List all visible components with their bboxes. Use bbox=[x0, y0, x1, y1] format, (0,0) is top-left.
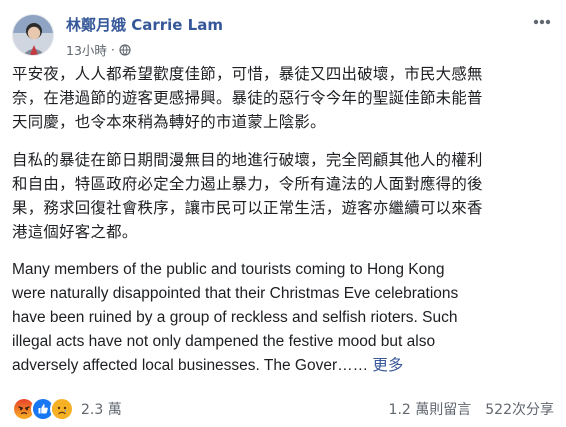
text-line: illegal acts have not only dampened the … bbox=[12, 333, 436, 350]
globe-icon[interactable] bbox=[119, 43, 131, 56]
text-line: 港這個好客之都。 bbox=[12, 223, 138, 241]
text-line: 果，務求回復社會秩序，讓市民可以正常生活，遊客亦繼續可以來香 bbox=[12, 199, 483, 217]
reaction-count: 2.3 萬 bbox=[81, 402, 122, 418]
text-line: have been ruined by a group of reckless … bbox=[12, 309, 458, 326]
author-name[interactable]: 林鄭月娥 Carrie Lam bbox=[66, 14, 223, 35]
english-paragraph: Many members of the public and tourists … bbox=[12, 258, 554, 378]
shares-count[interactable]: 522次分享 bbox=[485, 399, 554, 419]
more-horizontal-icon[interactable] bbox=[532, 12, 552, 32]
comments-count[interactable]: 1.2 萬則留言 bbox=[389, 399, 472, 419]
text-line: 自私的暴徒在節日期間漫無目的地進行破壞，完全罔顧其他人的權利 bbox=[12, 151, 483, 169]
sad-icon bbox=[50, 397, 74, 421]
post-time[interactable]: 13小時 bbox=[66, 40, 107, 59]
post-body: 平安夜，人人都希望歡度佳節，可惜，暴徒又四出破壞，市民大感無 奈，在港過節的遊客… bbox=[12, 62, 554, 378]
post-meta: 13小時 · bbox=[66, 40, 131, 59]
text-line-last: adversely affected local businesses. The… bbox=[12, 354, 554, 378]
meta-separator: · bbox=[110, 42, 115, 57]
text-line: were naturally disappointed that their C… bbox=[12, 285, 459, 302]
post-footer: 2.3 萬 1.2 萬則留言 522次分享 bbox=[12, 394, 554, 424]
avatar[interactable] bbox=[12, 14, 54, 56]
facebook-post: 林鄭月娥 Carrie Lam 13小時 · 平安夜，人人都希望歡度佳節，可惜，… bbox=[0, 0, 566, 427]
text-line: Many members of the public and tourists … bbox=[12, 261, 445, 278]
see-more-link[interactable]: 更多 bbox=[372, 357, 403, 374]
chinese-paragraph-1: 平安夜，人人都希望歡度佳節，可惜，暴徒又四出破壞，市民大感無 奈，在港過節的遊客… bbox=[12, 62, 554, 134]
engagement-stats: 1.2 萬則留言 522次分享 bbox=[389, 399, 554, 419]
text-line: 奈，在港過節的遊客更感掃興。暴徒的惡行令今年的聖誕佳節未能普 bbox=[12, 89, 483, 107]
reactions-summary[interactable]: 2.3 萬 bbox=[12, 397, 122, 421]
profile-photo bbox=[13, 15, 53, 55]
text-line: 天同慶，也令本來稍為轉好的市道蒙上陰影。 bbox=[12, 113, 326, 131]
text-line: 平安夜，人人都希望歡度佳節，可惜，暴徒又四出破壞，市民大感無 bbox=[12, 65, 483, 83]
truncated-text: adversely affected local businesses. The… bbox=[12, 357, 369, 374]
text-line: 和自由，特區政府必定全力遏止暴力，令所有違法的人面對應得的後 bbox=[12, 175, 483, 193]
chinese-paragraph-2: 自私的暴徒在節日期間漫無目的地進行破壞，完全罔顧其他人的權利 和自由，特區政府必… bbox=[12, 148, 554, 244]
